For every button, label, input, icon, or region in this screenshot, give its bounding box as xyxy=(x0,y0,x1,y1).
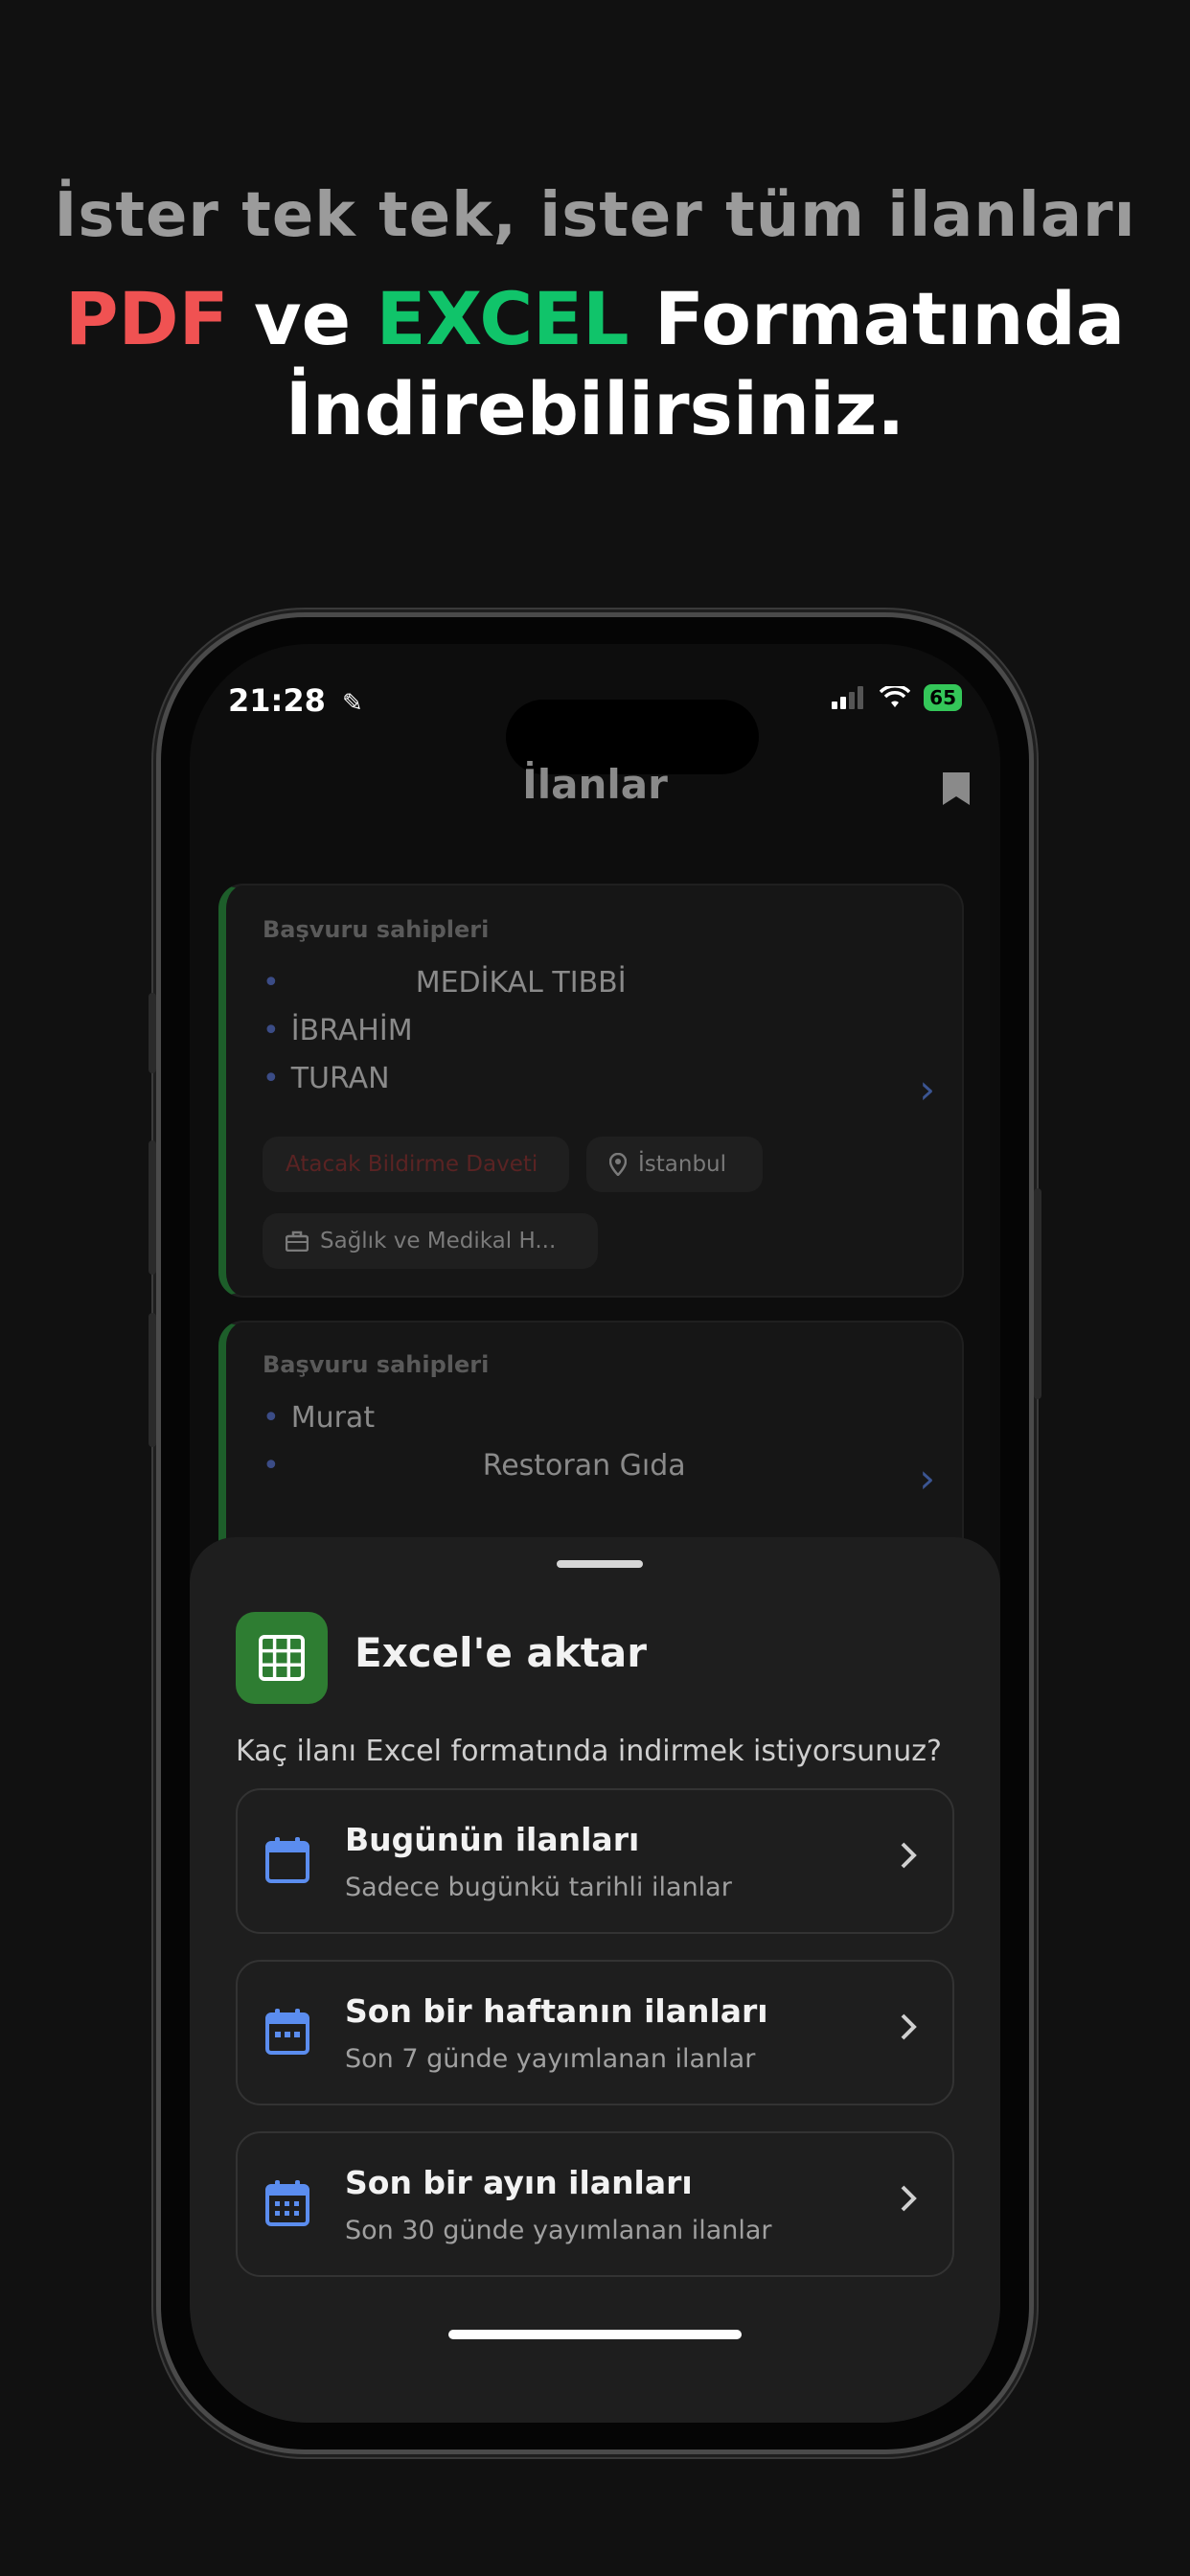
card-label: Başvuru sahipleri xyxy=(263,916,490,943)
option-subtitle: Sadece bugünkü tarihli ilanlar xyxy=(345,1873,732,1902)
status-chip: Atacak Bildirme Daveti xyxy=(263,1137,569,1192)
sector-chip: Sağlık ve Medikal H... xyxy=(263,1213,598,1269)
sheet-drag-handle[interactable] xyxy=(557,1560,643,1568)
applicant-item: • Restoran Gıda xyxy=(263,1449,686,1483)
export-bottom-sheet: Excel'e aktar Kaç ilanı Excel formatında… xyxy=(190,1537,1000,2423)
option-last-week[interactable]: Son bir haftanın ilanları Son 7 günde ya… xyxy=(236,1960,954,2105)
calendar-month-icon xyxy=(265,2180,309,2226)
chevron-right-icon xyxy=(901,2185,917,2212)
headline-line-2: PDF ve EXCEL Formatında xyxy=(0,276,1190,361)
headline-pdf: PDF xyxy=(64,276,229,361)
option-subtitle: Son 30 günde yayımlanan ilanlar xyxy=(345,2216,772,2245)
applicant-item: • Murat xyxy=(263,1401,376,1435)
page-title: İlanlar xyxy=(522,761,668,808)
chevron-right-icon xyxy=(901,1842,917,1869)
briefcase-icon xyxy=(286,1230,309,1252)
headline-line-1: İster tek tek, ister tüm ilanları xyxy=(54,180,1136,251)
option-title: Son bir haftanın ilanları xyxy=(345,1992,768,2030)
phone-volume-down xyxy=(149,1313,156,1447)
phone-mute-switch xyxy=(149,993,156,1073)
option-today[interactable]: Bugünün ilanları Sadece bugünkü tarihli … xyxy=(236,1788,954,1934)
headline-excel: EXCEL xyxy=(376,276,629,361)
option-subtitle: Son 7 günde yayımlanan ilanlar xyxy=(345,2044,756,2074)
applicant-item: • İBRAHİM xyxy=(263,1014,413,1047)
applicant-item: • MEDİKAL TIBBİ xyxy=(263,966,627,1000)
calendar-today-icon xyxy=(265,1837,309,1883)
home-indicator[interactable] xyxy=(448,2330,742,2339)
background-list: İlanlar Başvuru sahipleri • MEDİKAL TIBBİ… xyxy=(190,644,1000,1608)
phone-screen: 21:28 ✎ 65 İlanlar Başvuru sahipleri • M… xyxy=(190,644,1000,2423)
location-chip: İstanbul xyxy=(586,1137,763,1192)
option-title: Son bir ayın ilanları xyxy=(345,2164,693,2201)
sheet-title: Excel'e aktar xyxy=(355,1629,647,1676)
chevron-right-icon: › xyxy=(919,1455,935,1502)
applicant-item: • TURAN xyxy=(263,1062,390,1095)
option-title: Bugünün ilanları xyxy=(345,1821,640,1858)
headline-line-3: İndirebilirsiniz. xyxy=(285,366,905,451)
phone-volume-up xyxy=(149,1140,156,1275)
chevron-right-icon xyxy=(901,2013,917,2040)
location-pin-icon xyxy=(609,1153,627,1176)
headline-ve: ve xyxy=(228,276,377,361)
card-label: Başvuru sahipleri xyxy=(263,1351,490,1378)
listing-card[interactable]: Başvuru sahipleri • MEDİKAL TIBBİ • İBRAHİ… xyxy=(218,884,964,1298)
headline-formatinda: Formatında xyxy=(629,276,1126,361)
calendar-week-icon xyxy=(265,2009,309,2055)
excel-grid-icon xyxy=(236,1612,328,1704)
bookmark-icon[interactable] xyxy=(941,770,972,807)
chevron-right-icon: › xyxy=(919,1066,935,1113)
phone-power-button xyxy=(1034,1188,1041,1399)
sheet-subtitle: Kaç ilanı Excel formatında indirmek isti… xyxy=(236,1735,942,1768)
option-last-month[interactable]: Son bir ayın ilanları Son 30 günde yayım… xyxy=(236,2131,954,2277)
